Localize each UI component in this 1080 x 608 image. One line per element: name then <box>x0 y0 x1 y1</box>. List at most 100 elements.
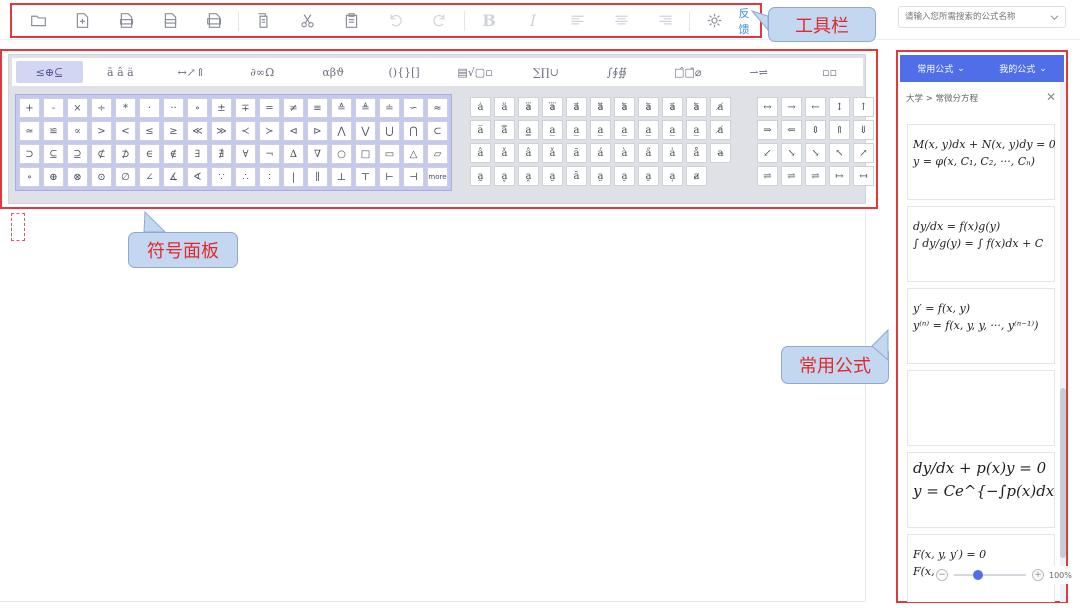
symbol-button[interactable]: ⇌ <box>757 166 778 186</box>
symbol-button[interactable]: a⃑ <box>662 97 683 117</box>
symbol-button[interactable]: ≤ <box>139 121 160 141</box>
symbol-button[interactable]: a⃜ <box>542 97 563 117</box>
symbol-tab-3[interactable]: ↔↗⇑ <box>158 61 225 83</box>
symbol-button[interactable]: ⊥ <box>331 167 352 187</box>
symbol-button[interactable]: ↗ <box>853 143 874 163</box>
symbol-button[interactable]: a̲ <box>614 120 635 140</box>
symbol-button[interactable]: ȧ <box>470 97 491 117</box>
symbol-button[interactable]: ⇐ <box>781 120 802 140</box>
symbol-button[interactable]: a̶ <box>710 143 731 163</box>
symbol-button[interactable]: ≐ <box>379 98 400 118</box>
symbol-button[interactable]: ⊕ <box>43 167 64 187</box>
formula-card[interactable]: M(x, y)dx + N(x, y)dy = 0 y = φ(x, C₁, C₂… <box>907 124 1055 200</box>
symbol-button[interactable]: a̸ <box>710 97 731 117</box>
symbol-tab-7[interactable]: ▤√▢▫ <box>442 61 509 83</box>
symbol-button[interactable]: ÷ <box>91 98 112 118</box>
copy-button[interactable] <box>241 6 285 36</box>
zoom-slider[interactable] <box>954 570 1026 580</box>
symbol-button[interactable]: ≺ <box>235 121 256 141</box>
symbol-button[interactable]: a⃛ <box>518 97 539 117</box>
symbol-button[interactable]: a⃖ <box>686 97 707 117</box>
symbol-button[interactable]: ⇓ <box>853 120 874 140</box>
symbol-button[interactable]: ⊃ <box>19 144 40 164</box>
symbol-tab-1[interactable]: ≤⊕⊆ <box>16 61 83 83</box>
symbol-button[interactable]: ⇌ <box>805 166 826 186</box>
symbol-button[interactable]: ∅ <box>115 167 136 187</box>
scrollbar[interactable] <box>1060 82 1066 602</box>
symbol-button[interactable]: ↖ <box>829 143 850 163</box>
symbol-button[interactable]: ∓ <box>235 98 256 118</box>
symbol-button[interactable]: ⋃ <box>379 121 400 141</box>
symbol-button[interactable]: ⊙ <box>91 167 112 187</box>
symbol-button[interactable]: ⊇ <box>67 144 88 164</box>
symbol-button[interactable]: a̲ <box>542 120 563 140</box>
symbol-button[interactable]: ǎ <box>494 143 515 163</box>
symbol-button[interactable]: + <box>19 98 40 118</box>
symbol-button[interactable]: a⃗ <box>566 97 587 117</box>
symbol-tab-9[interactable]: ∫∮∯ <box>583 61 650 83</box>
symbol-button[interactable]: ≈ <box>427 98 448 118</box>
symbol-button[interactable]: ⊅ <box>115 144 136 164</box>
symbol-button[interactable]: a̲ <box>686 120 707 140</box>
feedback-link[interactable]: 反馈 <box>738 5 760 37</box>
symbol-button[interactable]: a̲ <box>566 120 587 140</box>
symbol-button[interactable]: < <box>115 121 136 141</box>
formula-card[interactable]: dy/dx = f(x)g(y) ∫ dy/g(y) = ∫ f(x)dx + C <box>907 206 1055 282</box>
symbol-button[interactable]: a̿ <box>494 120 515 140</box>
formula-card[interactable]: y′ = f(x, y) y⁽ⁿ⁾ = f(x, y, y, ···, y⁽ⁿ⁻¹… <box>907 288 1055 364</box>
symbol-button[interactable]: a̅ <box>470 120 491 140</box>
symbol-button[interactable]: a̸ <box>710 120 731 140</box>
symbol-button[interactable]: a̷ <box>686 166 707 186</box>
export-image-button[interactable] <box>192 6 236 36</box>
symbol-button[interactable]: a̍ <box>662 143 683 163</box>
symbol-button[interactable]: ⇑ <box>829 120 850 140</box>
symbol-tab-2[interactable]: ā â ä <box>87 61 154 83</box>
undo-button[interactable] <box>374 6 418 36</box>
symbol-button[interactable]: ã <box>566 143 587 163</box>
symbol-button[interactable]: á <box>590 143 611 163</box>
symbol-button[interactable]: a̤ <box>590 166 611 186</box>
symbol-button[interactable]: ∠ <box>139 167 160 187</box>
tab-my-formulas[interactable]: 我的公式 ⌄ <box>999 62 1047 76</box>
symbol-button[interactable]: ∆ <box>283 144 304 164</box>
symbol-button[interactable]: ∘ <box>187 98 208 118</box>
symbol-button[interactable]: > <box>91 121 112 141</box>
symbol-button[interactable]: ∇ <box>307 144 328 164</box>
symbol-button[interactable]: ↦ <box>829 166 850 186</box>
symbol-button[interactable]: ⊤ <box>355 167 376 187</box>
symbol-button[interactable]: ≃ <box>19 121 40 141</box>
symbol-button[interactable]: ·· <box>163 98 184 118</box>
symbol-button[interactable]: ↘ <box>805 143 826 163</box>
symbol-button[interactable]: | <box>283 167 304 187</box>
input-placeholder-box[interactable] <box>11 213 25 241</box>
more-symbols-button[interactable]: more <box>427 167 448 187</box>
symbol-button[interactable]: ← <box>805 97 826 117</box>
symbol-button[interactable]: ≪ <box>187 121 208 141</box>
symbol-button[interactable]: ⋀ <box>331 121 352 141</box>
symbol-button[interactable]: ∽ <box>403 98 424 118</box>
symbol-button[interactable]: ↘ <box>781 143 802 163</box>
symbol-button[interactable]: ↕ <box>829 97 850 117</box>
symbol-button[interactable]: ä <box>494 97 515 117</box>
save-button[interactable] <box>148 6 192 36</box>
symbol-button[interactable]: å <box>686 143 707 163</box>
symbol-button[interactable]: ⊄ <box>91 144 112 164</box>
chevron-down-icon[interactable] <box>1050 13 1059 22</box>
symbol-button[interactable]: à <box>614 143 635 163</box>
formula-search-input[interactable] <box>905 7 1045 27</box>
zoom-out-button[interactable]: − <box>936 569 948 581</box>
symbol-button[interactable]: a̠ <box>614 166 635 186</box>
symbol-button[interactable]: ⊗ <box>67 167 88 187</box>
symbol-button[interactable]: a̰ <box>470 166 491 186</box>
symbol-button[interactable]: ⊢ <box>379 167 400 187</box>
settings-button[interactable] <box>692 6 736 36</box>
symbol-tab-11[interactable]: ⇀⇌ <box>725 61 792 83</box>
symbol-button[interactable]: ∡ <box>163 167 184 187</box>
scroll-thumb[interactable] <box>1060 388 1066 558</box>
symbol-button[interactable]: × <box>67 98 88 118</box>
symbol-button[interactable]: □ <box>355 144 376 164</box>
symbol-button[interactable]: ⇒ <box>757 120 778 140</box>
symbol-button[interactable]: ≠ <box>283 98 304 118</box>
symbol-button[interactable]: a̲ <box>590 120 611 140</box>
symbol-button[interactable]: ⊆ <box>43 144 64 164</box>
